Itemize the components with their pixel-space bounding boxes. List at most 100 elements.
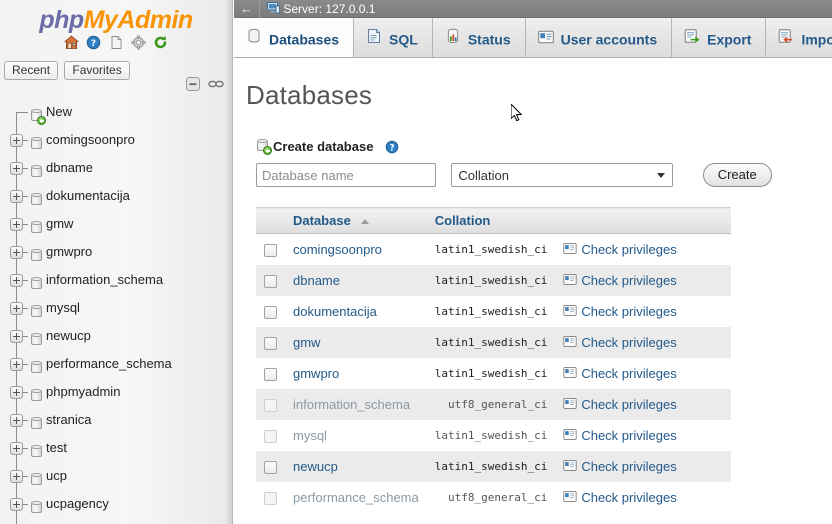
- database-name-cell: gmwpro: [285, 358, 427, 389]
- tab-databases[interactable]: Databases: [234, 18, 354, 58]
- expand-icon[interactable]: [10, 498, 23, 511]
- tree-item-test[interactable]: test: [0, 434, 233, 462]
- databases-table-body: comingsoonpro latin1_swedish_ci Check priv…: [256, 234, 731, 513]
- database-link[interactable]: gmw: [293, 335, 320, 350]
- tree-item-gmwpro[interactable]: gmwpro: [0, 238, 233, 266]
- tab-status[interactable]: Status: [433, 18, 526, 58]
- check-privileges-link[interactable]: Check privileges: [581, 459, 676, 474]
- collation-select[interactable]: Collation: [451, 163, 673, 187]
- favorites-tab[interactable]: Favorites: [64, 61, 129, 80]
- row-checkbox[interactable]: [264, 275, 277, 288]
- check-privileges-link[interactable]: Check privileges: [581, 335, 676, 350]
- tree-item-newucp[interactable]: newucp: [0, 322, 233, 350]
- link-icon[interactable]: [208, 78, 224, 93]
- reload-icon[interactable]: [153, 35, 168, 53]
- collation-column-header[interactable]: Collation: [427, 208, 556, 234]
- tree-item-dokumentacija[interactable]: dokumentacija: [0, 182, 233, 210]
- tree-line: [16, 518, 17, 524]
- tab-user-accounts[interactable]: User accounts: [526, 18, 672, 58]
- home-icon[interactable]: [64, 35, 79, 53]
- expand-icon[interactable]: [10, 246, 23, 259]
- select-all-header[interactable]: [256, 208, 285, 234]
- collapse-icon[interactable]: [185, 76, 201, 95]
- tree-item-label: ucp: [46, 468, 67, 483]
- database-name-cell: information_schema: [285, 389, 427, 420]
- main-tab-bar: DatabasesSQLStatusUser accountsExportImp…: [234, 18, 832, 58]
- expand-icon[interactable]: [10, 330, 23, 343]
- tree-item-label: dokumentacija: [46, 188, 130, 203]
- sidebar-tools: [181, 76, 224, 96]
- create-button[interactable]: Create: [703, 163, 772, 187]
- row-checkbox[interactable]: [264, 306, 277, 319]
- check-privileges-link[interactable]: Check privileges: [581, 366, 676, 381]
- tree-item-dbname[interactable]: dbname: [0, 154, 233, 182]
- expand-icon[interactable]: [10, 414, 23, 427]
- tree-item-new[interactable]: New: [0, 98, 233, 126]
- database-name-cell: mysql: [285, 420, 427, 451]
- tree-item-stranica[interactable]: stranica: [0, 406, 233, 434]
- svg-text:?: ?: [91, 39, 96, 49]
- database-link[interactable]: dbname: [293, 273, 340, 288]
- check-privileges-cell: Check privileges: [555, 482, 731, 513]
- tree-item-ucpbeta[interactable]: ucpbeta: [0, 518, 233, 524]
- expand-icon[interactable]: [10, 386, 23, 399]
- new-database-icon: [256, 139, 269, 153]
- databases-table: Database Collation comingsoonpro latin1_s…: [256, 207, 731, 513]
- row-checkbox[interactable]: [264, 368, 277, 381]
- docs-icon[interactable]: [109, 35, 124, 53]
- check-privileges-cell: Check privileges: [555, 234, 731, 265]
- tab-sql[interactable]: SQL: [354, 18, 433, 58]
- database-link[interactable]: dokumentacija: [293, 304, 377, 319]
- help-icon[interactable]: ?: [86, 35, 101, 53]
- check-privileges-link[interactable]: Check privileges: [581, 304, 676, 319]
- tree-item-ucpagency[interactable]: ucpagency: [0, 490, 233, 518]
- collation-cell: latin1_swedish_ci: [427, 265, 556, 296]
- navigation-sidebar: phpMyAdmin ?: [0, 0, 233, 524]
- check-privileges-link[interactable]: Check privileges: [581, 490, 676, 505]
- tree-item-performance_schema[interactable]: performance_schema: [0, 350, 233, 378]
- database-column-header[interactable]: Database: [285, 208, 427, 234]
- tree-item-information_schema[interactable]: information_schema: [0, 266, 233, 294]
- database-link[interactable]: mysql: [293, 428, 327, 443]
- database-link[interactable]: performance_schema: [293, 490, 419, 505]
- logo-php: php: [39, 6, 83, 34]
- expand-icon[interactable]: [10, 470, 23, 483]
- recent-tab[interactable]: Recent: [4, 61, 58, 80]
- expand-icon[interactable]: [10, 442, 23, 455]
- expand-icon[interactable]: [10, 218, 23, 231]
- expand-icon[interactable]: [10, 302, 23, 315]
- expand-icon[interactable]: [10, 162, 23, 175]
- database-link[interactable]: gmwpro: [293, 366, 339, 381]
- table-row: mysql latin1_swedish_ci Check privileges: [256, 420, 731, 451]
- row-checkbox[interactable]: [264, 244, 277, 257]
- row-checkbox[interactable]: [264, 337, 277, 350]
- database-link[interactable]: information_schema: [293, 397, 410, 412]
- tree-item-label: dbname: [46, 160, 93, 175]
- tab-export[interactable]: Export: [672, 18, 766, 58]
- database-name-input[interactable]: [256, 163, 436, 187]
- collation-cell: latin1_swedish_ci: [427, 420, 556, 451]
- help-icon[interactable]: ?: [385, 140, 399, 157]
- tree-item-phpmyadmin[interactable]: phpmyadmin: [0, 378, 233, 406]
- check-privileges-link[interactable]: Check privileges: [581, 397, 676, 412]
- back-button[interactable]: ←: [234, 0, 260, 18]
- tab-import[interactable]: Import: [766, 18, 832, 58]
- check-privileges-link[interactable]: Check privileges: [581, 242, 676, 257]
- tree-item-mysql[interactable]: mysql: [0, 294, 233, 322]
- expand-icon[interactable]: [10, 274, 23, 287]
- privileges-icon: [563, 304, 577, 319]
- pma-logo[interactable]: phpMyAdmin: [0, 0, 232, 34]
- database-link[interactable]: newucp: [293, 459, 338, 474]
- expand-icon[interactable]: [10, 358, 23, 371]
- check-privileges-link[interactable]: Check privileges: [581, 428, 676, 443]
- row-checkbox[interactable]: [264, 461, 277, 474]
- tree-item-gmw[interactable]: gmw: [0, 210, 233, 238]
- tree-item-ucp[interactable]: ucp: [0, 462, 233, 490]
- database-link[interactable]: comingsoonpro: [293, 242, 382, 257]
- expand-icon[interactable]: [10, 190, 23, 203]
- settings-icon[interactable]: [131, 35, 146, 53]
- expand-icon[interactable]: [10, 134, 23, 147]
- tree-item-comingsoonpro[interactable]: comingsoonpro: [0, 126, 233, 154]
- privileges-column-header: [555, 208, 731, 234]
- check-privileges-link[interactable]: Check privileges: [581, 273, 676, 288]
